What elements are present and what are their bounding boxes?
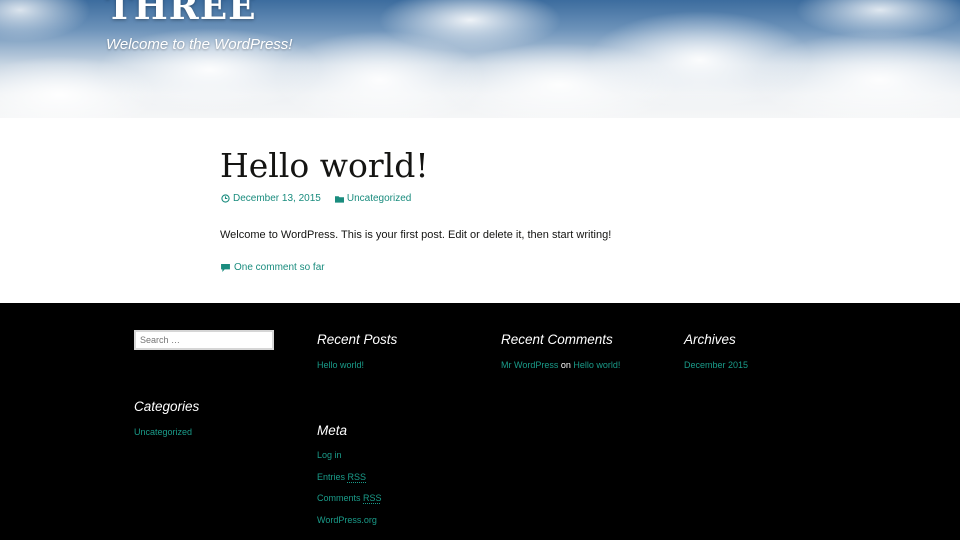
- comment-bubble-icon: [221, 263, 230, 272]
- post-meta: December 13, 2015 Uncategorized: [221, 193, 411, 204]
- recent-posts-title: Recent Posts: [317, 332, 398, 347]
- meta-wordpress-org-link[interactable]: WordPress.org: [317, 515, 377, 525]
- meta-log-in-link[interactable]: Log in: [317, 450, 342, 460]
- archive-link[interactable]: December 2015: [684, 360, 748, 370]
- comment-post-link[interactable]: Hello world!: [573, 360, 620, 370]
- folder-icon: [334, 195, 344, 203]
- comments-link-label: One comment so far: [234, 262, 325, 273]
- footer-widgets: Recent Posts Hello world! Recent Comment…: [0, 303, 960, 540]
- recent-comments-title: Recent Comments: [501, 332, 613, 347]
- clock-icon: [221, 194, 230, 203]
- comment-connector: on: [560, 360, 571, 370]
- post-title[interactable]: Hello world!: [220, 146, 429, 185]
- archives-title: Archives: [684, 332, 736, 347]
- meta-entries-rss-link[interactable]: Entries RSS: [317, 472, 366, 482]
- entries-rss-label: Entries: [317, 472, 346, 482]
- meta-comments-rss-link[interactable]: Comments RSS: [317, 493, 382, 503]
- recent-post-link[interactable]: Hello world!: [317, 360, 364, 370]
- meta-title: Meta: [317, 423, 348, 438]
- categories-title: Categories: [134, 399, 200, 414]
- post-date-link[interactable]: December 13, 2015: [221, 193, 321, 204]
- post-category-link[interactable]: Uncategorized: [334, 193, 412, 204]
- comments-rss-abbr: RSS: [363, 493, 382, 503]
- category-link[interactable]: Uncategorized: [134, 427, 192, 437]
- post-body: Welcome to WordPress. This is your first…: [220, 229, 612, 241]
- entries-rss-abbr: RSS: [347, 472, 367, 482]
- comments-link[interactable]: One comment so far: [221, 262, 325, 273]
- site-header: THREE Welcome to the WordPress!: [0, 0, 960, 118]
- main-content: Hello world! December 13, 2015 Uncategor…: [0, 118, 960, 303]
- site-description: Welcome to the WordPress!: [106, 36, 293, 53]
- recent-comment: Mr WordPress on Hello world!: [501, 360, 620, 370]
- post-date: December 13, 2015: [233, 193, 321, 204]
- comments-rss-label: Comments: [317, 493, 361, 503]
- site-title[interactable]: THREE: [106, 0, 257, 28]
- post-category: Uncategorized: [346, 193, 412, 204]
- comment-author-link[interactable]: Mr WordPress: [501, 360, 558, 370]
- search-input[interactable]: [134, 330, 274, 350]
